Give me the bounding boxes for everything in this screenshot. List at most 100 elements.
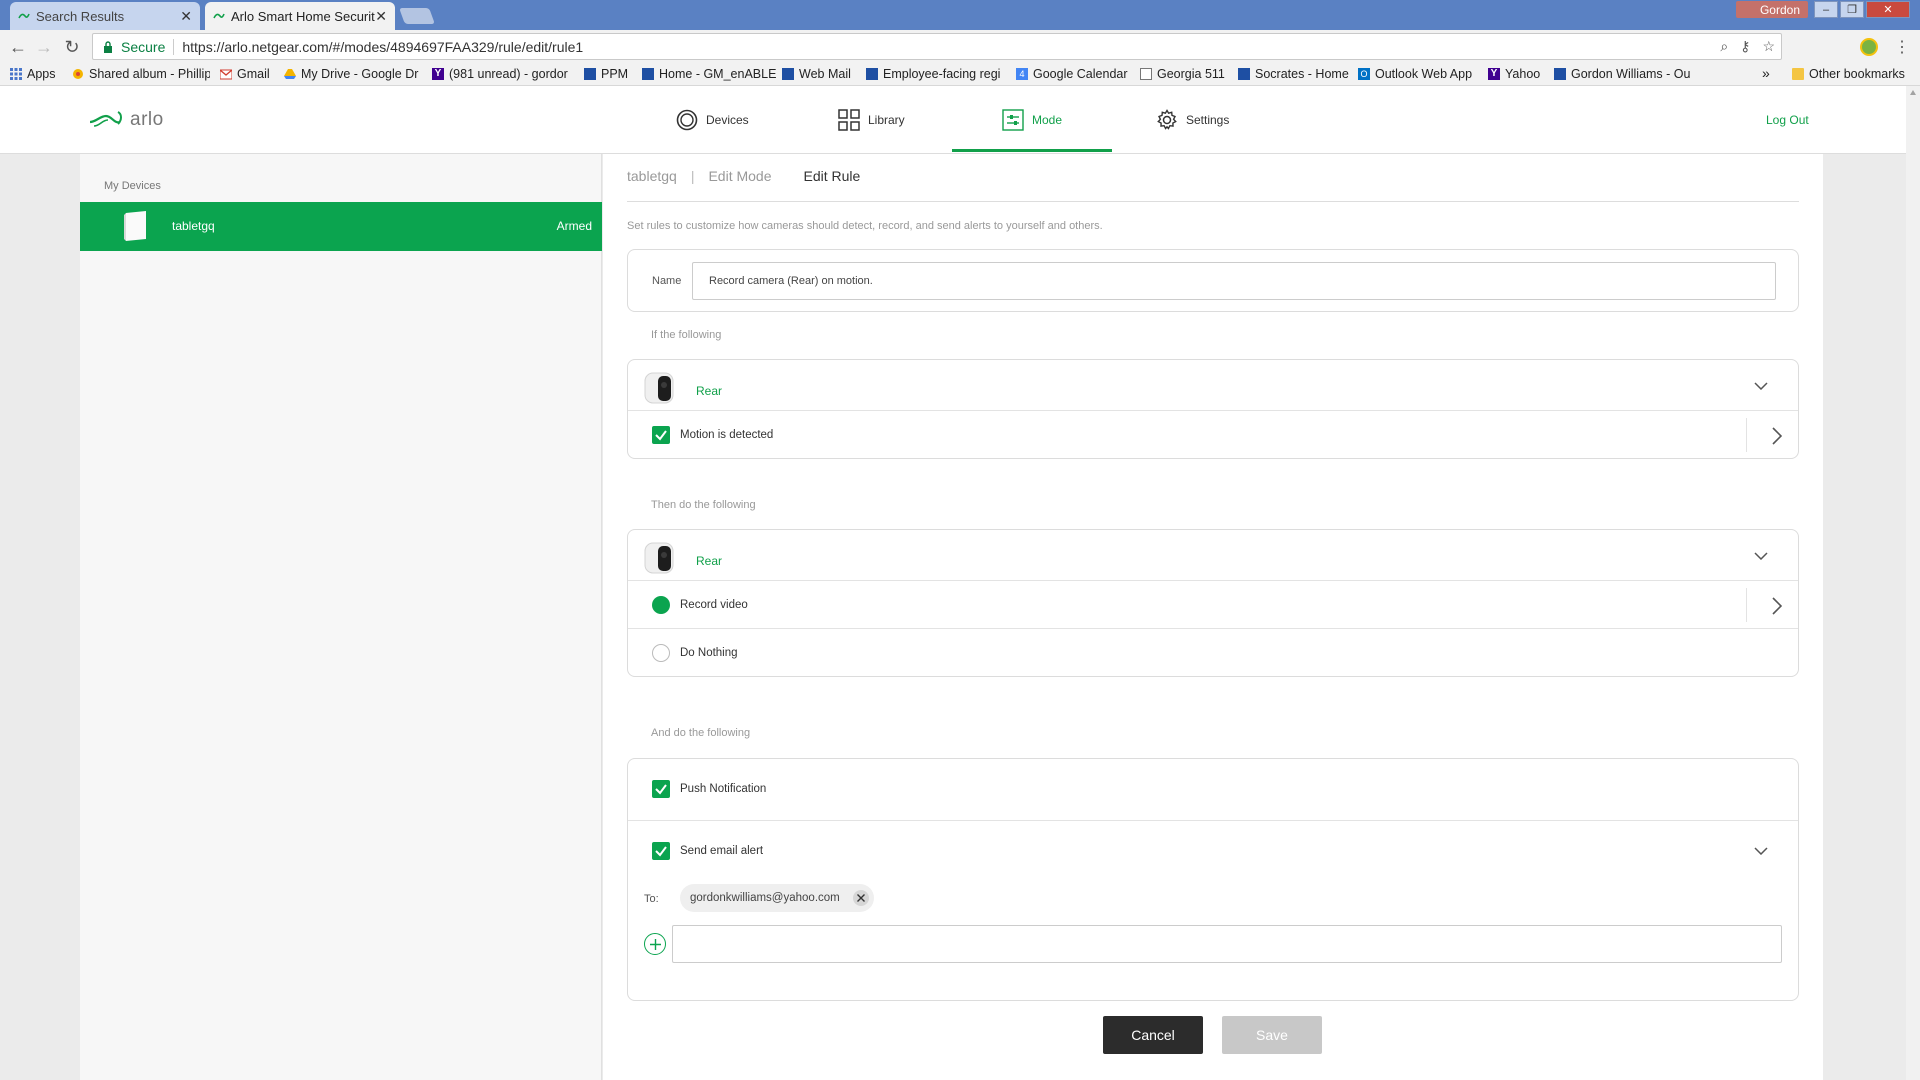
email-alert-checkbox[interactable] <box>652 842 670 860</box>
chevron-right-icon[interactable] <box>1772 427 1782 445</box>
close-icon[interactable]: ✕ <box>375 8 387 25</box>
profile-button[interactable]: Gordon <box>1736 1 1808 18</box>
nav-devices[interactable]: Devices <box>676 86 749 153</box>
page-scrollbar[interactable] <box>1906 86 1920 1080</box>
sidebar-device-tabletgq[interactable]: tabletgq Armed <box>80 202 602 251</box>
bookmark-outlook[interactable]: O Outlook Web App <box>1358 67 1472 81</box>
nav-mode[interactable]: Mode <box>1002 86 1062 153</box>
tab-title: Search Results <box>36 8 125 24</box>
trigger-camera-name: Rear <box>696 384 723 398</box>
bookmark-label: My Drive - Google Dr <box>301 67 419 81</box>
bookmark-label: Georgia 511 <box>1157 67 1225 81</box>
bookmark-ppm[interactable]: PPM <box>584 67 628 81</box>
nav-library[interactable]: Library <box>838 86 905 153</box>
bookmarks-bar: Apps Shared album - Phillip Gmail My Dri… <box>0 64 1920 86</box>
base-station-icon <box>124 211 146 241</box>
trigger-card: Rear Motion is detected <box>627 359 1799 459</box>
new-tab-button[interactable] <box>399 8 435 24</box>
browser-menu-icon[interactable]: ⋮ <box>1894 37 1910 57</box>
chevron-right-icon[interactable] <box>1772 597 1782 615</box>
bookmark-yahoo[interactable]: Y Yahoo <box>1488 67 1540 81</box>
action-card: Rear Record video Do Nothing <box>627 529 1799 677</box>
gear-icon <box>1157 108 1177 130</box>
rule-name-input[interactable] <box>692 262 1776 300</box>
logout-link[interactable]: Log Out <box>1766 113 1809 127</box>
zoom-icon[interactable]: ⌕ <box>1720 38 1728 55</box>
key-icon[interactable]: ⚷ <box>1740 38 1750 55</box>
page-icon <box>782 68 794 80</box>
bookmark-gordon-williams[interactable]: Gordon Williams - Ou <box>1554 67 1694 81</box>
bookmark-gmail[interactable]: Gmail <box>220 67 270 81</box>
motion-checkbox[interactable] <box>652 426 670 444</box>
bookmark-label: Yahoo <box>1505 67 1541 81</box>
bookmark-georgia-511[interactable]: Georgia 511 <box>1140 67 1225 81</box>
tab-search-results[interactable]: Search Results ✕ <box>10 2 200 30</box>
nav-label: Mode <box>1032 112 1063 127</box>
action-camera-row[interactable]: Rear <box>628 530 1798 580</box>
minimize-icon[interactable]: – <box>1814 1 1838 18</box>
bookmark-gm-enable[interactable]: Home - GM_enABLE <box>642 67 776 81</box>
bookmark-employee-facing[interactable]: Employee-facing regi <box>866 67 1004 81</box>
photos-icon <box>73 69 83 79</box>
breadcrumb-edit-mode[interactable]: Edit Mode <box>708 168 771 184</box>
reload-icon[interactable]: ↻ <box>60 35 84 59</box>
tab-title: Arlo Smart Home Securit <box>231 8 375 24</box>
bookmark-label: (981 unread) - gordor <box>449 67 568 81</box>
arlo-logo[interactable]: arlo <box>88 108 164 132</box>
yahoo-icon: Y <box>1488 68 1500 80</box>
bookmark-yahoo-mail[interactable]: Y (981 unread) - gordor <box>432 67 572 81</box>
page-description: Set rules to customize how cameras shoul… <box>627 220 1103 232</box>
do-nothing-row[interactable]: Do Nothing <box>628 628 1798 678</box>
devices-icon <box>676 109 698 130</box>
bookmark-my-drive[interactable]: My Drive - Google Dr <box>284 67 420 81</box>
back-arrow-icon[interactable]: ← <box>6 35 30 59</box>
breadcrumb-device[interactable]: tabletgq <box>627 168 677 184</box>
arlo-favicon-icon <box>213 13 225 19</box>
save-button[interactable]: Save <box>1222 1016 1322 1054</box>
restore-icon[interactable]: ❐ <box>1840 1 1864 18</box>
bookmark-web-mail[interactable]: Web Mail <box>782 67 851 81</box>
window-close-icon[interactable]: ✕ <box>1866 1 1910 18</box>
do-nothing-radio[interactable] <box>652 644 670 662</box>
remove-recipient-icon[interactable] <box>852 890 869 906</box>
tab-arlo[interactable]: Arlo Smart Home Securit ✕ <box>205 2 395 30</box>
url-text[interactable]: https://arlo.netgear.com/#/modes/4894697… <box>182 39 583 55</box>
chevron-down-icon[interactable] <box>1754 552 1768 560</box>
forward-arrow-icon[interactable]: → <box>32 35 56 59</box>
trigger-condition-row[interactable]: Motion is detected <box>628 410 1798 460</box>
bookmark-apps[interactable]: Apps <box>10 67 56 81</box>
star-icon[interactable]: ☆ <box>1762 38 1775 55</box>
camera-icon <box>644 542 674 574</box>
chevron-down-icon[interactable] <box>1754 382 1768 390</box>
bookmark-label: Google Calendar <box>1033 67 1128 81</box>
row-separator <box>1746 588 1747 622</box>
active-nav-indicator <box>952 149 1112 152</box>
trigger-camera-row[interactable]: Rear <box>628 360 1798 410</box>
lock-icon <box>104 40 112 53</box>
address-bar[interactable]: Secure https://arlo.netgear.com/#/modes/… <box>92 33 1782 60</box>
recipient-chip: gordonkwilliams@yahoo.com <box>680 884 874 912</box>
yahoo-icon: Y <box>432 68 444 80</box>
add-recipient-icon[interactable] <box>644 933 666 955</box>
scroll-up-icon[interactable] <box>1910 90 1916 95</box>
name-label: Name <box>652 275 682 287</box>
push-notification-checkbox[interactable] <box>652 780 670 798</box>
record-video-radio[interactable] <box>652 596 670 614</box>
bookmarks-overflow-button[interactable]: » <box>1762 65 1770 81</box>
bookmark-socrates[interactable]: Socrates - Home <box>1238 67 1349 81</box>
bookmark-other[interactable]: Other bookmarks <box>1792 67 1905 81</box>
email-alert-row[interactable]: Send email alert <box>628 820 1798 870</box>
extension-icon[interactable] <box>1860 38 1878 56</box>
and-section-label: And do the following <box>651 727 751 739</box>
nav-settings[interactable]: Settings <box>1156 86 1229 153</box>
bookmark-google-calendar[interactable]: 4 Google Calendar <box>1016 67 1128 81</box>
new-recipient-input[interactable] <box>672 925 1782 963</box>
bookmark-shared-album[interactable]: Shared album - Phillip <box>72 67 210 81</box>
cancel-button[interactable]: Cancel <box>1103 1016 1203 1054</box>
bookmark-label: PPM <box>601 67 629 81</box>
record-video-row[interactable]: Record video <box>628 580 1798 630</box>
chevron-up-icon[interactable] <box>1754 847 1768 855</box>
close-icon[interactable]: ✕ <box>180 8 192 25</box>
browser-titlebar: Search Results ✕ Arlo Smart Home Securit… <box>0 0 1920 30</box>
push-notification-row[interactable]: Push Notification <box>628 759 1798 809</box>
